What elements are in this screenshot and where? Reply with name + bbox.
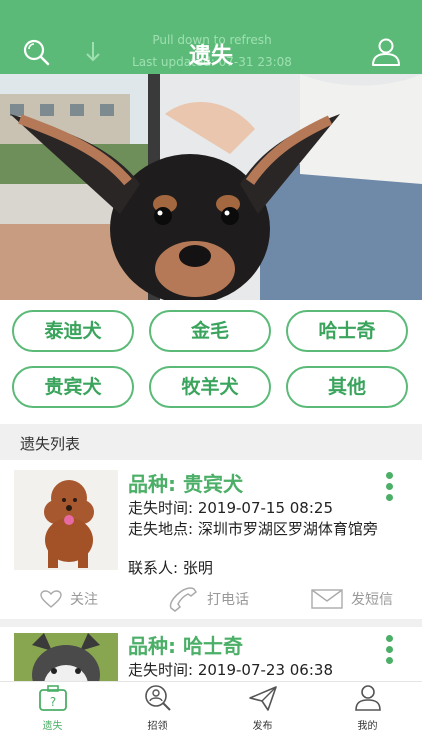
pet-breed: 品种: 哈士奇	[128, 634, 243, 658]
pet-photo-husky	[14, 633, 118, 681]
lost-pet-icon: ?	[38, 685, 67, 711]
lost-list-header: 遗失列表	[0, 424, 422, 460]
tab-lost[interactable]: ? 遗失	[0, 684, 105, 732]
svg-text:?: ?	[49, 695, 55, 709]
tab-publish[interactable]: 发布	[210, 684, 315, 732]
send-icon	[248, 686, 277, 711]
find-icon	[144, 685, 171, 711]
pet-photo-poodle	[14, 470, 118, 570]
phone-icon	[169, 587, 198, 612]
card-separator	[0, 619, 422, 627]
breed-button-poodle[interactable]: 贵宾犬	[12, 366, 134, 408]
lost-time: 走失时间: 2019-07-15 08:25	[128, 499, 333, 517]
lost-location: 走失地点: 深圳市罗湖区罗湖体育馆旁	[128, 520, 378, 538]
pet-breed: 品种: 贵宾犬	[128, 472, 243, 496]
mail-icon	[311, 589, 343, 609]
call-label: 打电话	[207, 592, 249, 608]
follow-label: 关注	[70, 592, 98, 608]
breed-button-husky[interactable]: 哈士奇	[286, 310, 408, 352]
contact-person: 联系人: 张明	[128, 559, 213, 577]
follow-button[interactable]: 关注	[40, 584, 98, 614]
tab-label: 遗失	[42, 721, 63, 732]
tab-label: 招领	[147, 721, 168, 732]
tab-label: 发布	[252, 721, 273, 732]
tab-found[interactable]: 招领	[105, 684, 210, 732]
hero-dog-photo	[0, 74, 422, 300]
breed-button-shepherd[interactable]: 牧羊犬	[149, 366, 271, 408]
lost-pet-card[interactable]: 品种: 哈士奇 走失时间: 2019-07-23 06:38	[0, 627, 422, 681]
breed-button-teddy[interactable]: 泰迪犬	[12, 310, 134, 352]
section-title: 遗失列表	[20, 435, 81, 453]
app-header: Pull down to refresh Last updated: 07-31…	[0, 0, 422, 74]
card-actions: 关注 打电话 发短信	[0, 584, 422, 614]
lost-time: 走失时间: 2019-07-23 06:38	[128, 661, 333, 679]
user-icon	[354, 685, 381, 711]
sms-button[interactable]: 发短信	[311, 584, 393, 614]
bottom-tab-bar: ? 遗失 招领 发布 我的	[0, 681, 422, 751]
breed-button-golden[interactable]: 金毛	[149, 310, 271, 352]
page-title: 遗失	[188, 44, 233, 69]
tab-label: 我的	[357, 721, 378, 732]
sms-label: 发短信	[351, 592, 393, 608]
breed-button-other[interactable]: 其他	[286, 366, 408, 408]
call-button[interactable]: 打电话	[167, 584, 249, 614]
lost-pet-card[interactable]: 品种: 贵宾犬 走失时间: 2019-07-15 08:25 走失地点: 深圳市…	[0, 460, 422, 620]
user-profile-icon[interactable]	[370, 36, 402, 68]
heart-icon	[40, 590, 62, 608]
tab-mine[interactable]: 我的	[315, 684, 420, 732]
